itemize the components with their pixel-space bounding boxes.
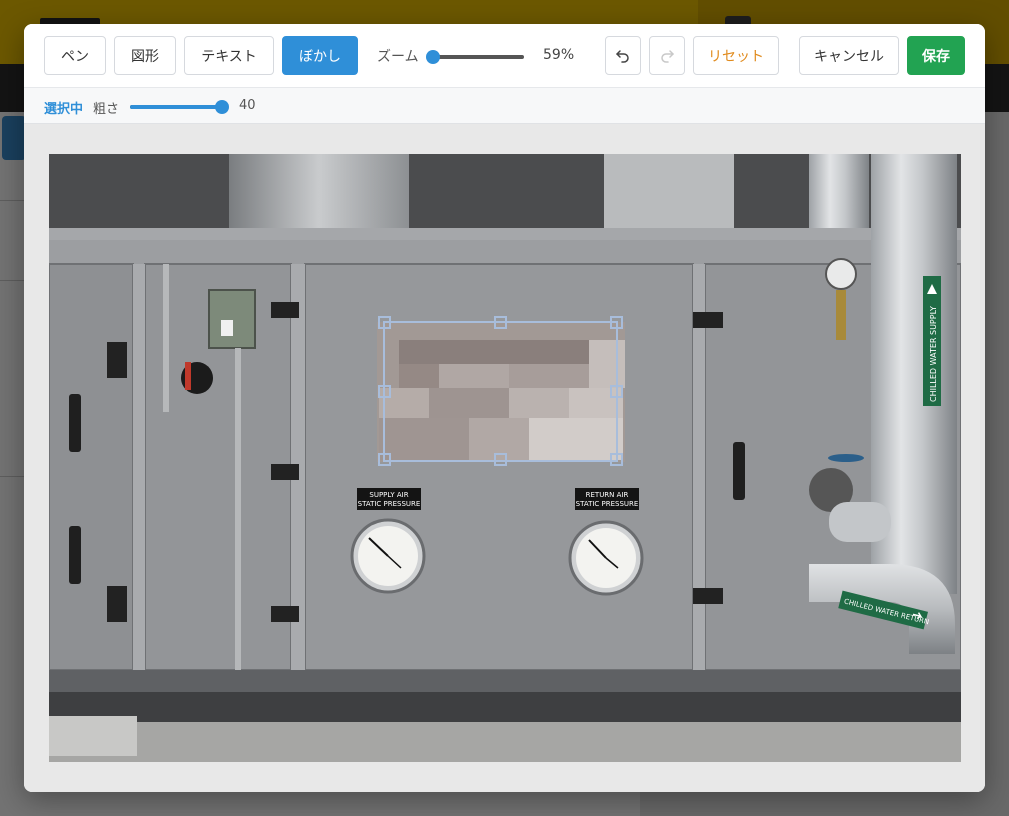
- pen-tool-button[interactable]: ペン: [44, 36, 106, 75]
- zoom-label: ズーム: [377, 49, 419, 65]
- conduit-pipe: [163, 264, 169, 412]
- undo-button[interactable]: [605, 36, 641, 75]
- ceiling-duct: [604, 154, 734, 229]
- switch-outlet: [221, 320, 233, 336]
- electrical-switch-box: [208, 289, 256, 349]
- door-latch: [693, 312, 723, 328]
- door-latch: [693, 588, 723, 604]
- undo-icon: [616, 49, 629, 63]
- door-latch: [107, 586, 127, 622]
- concrete-block: [49, 716, 137, 756]
- blur-tool-button[interactable]: ぼかし: [282, 36, 358, 75]
- text-tool-button[interactable]: テキスト: [184, 36, 274, 75]
- thickness-slider-thumb[interactable]: [215, 100, 229, 114]
- switch-lever: [185, 362, 191, 390]
- blurred-nameplate: [377, 322, 625, 462]
- pipe-elbow: [829, 502, 891, 542]
- floor: [49, 722, 961, 762]
- unit-top-rail: [49, 228, 961, 240]
- shape-tool-button[interactable]: 図形: [114, 36, 176, 75]
- zoom-slider[interactable]: [426, 50, 524, 64]
- editor-canvas-area: SUPPLY AIR STATIC PRESSURE RETURN AIR ST…: [24, 124, 985, 792]
- gauge-left-label-1: SUPPLY AIR: [369, 491, 408, 499]
- zoom-percent: 59%: [543, 47, 575, 63]
- photo-canvas[interactable]: SUPPLY AIR STATIC PRESSURE RETURN AIR ST…: [49, 154, 961, 762]
- selection-status-label: 選択中: [44, 102, 84, 117]
- door-handle: [69, 394, 81, 452]
- thickness-value: 40: [239, 98, 256, 113]
- unit-base: [49, 692, 961, 722]
- reset-button[interactable]: リセット: [693, 36, 779, 75]
- pipe-label-supply: CHILLED WATER SUPPLY: [929, 306, 938, 402]
- thickness-slider[interactable]: [130, 100, 229, 114]
- air-duct: [229, 154, 409, 232]
- ceiling-pipe: [809, 154, 869, 232]
- edited-photo[interactable]: SUPPLY AIR STATIC PRESSURE RETURN AIR ST…: [49, 154, 961, 762]
- valve-handle: [828, 454, 864, 462]
- thickness-label: 粗さ: [93, 102, 120, 117]
- editor-toolbar: ペン 図形 テキスト ぼかし ズーム 59% リセット キャンセル 保存: [24, 24, 985, 87]
- gauge-right-label-2: STATIC PRESSURE: [576, 500, 639, 508]
- unit-top-band: [49, 240, 961, 264]
- brass-fitting: [836, 290, 846, 340]
- tool-options-bar: 選択中 粗さ 40: [24, 87, 985, 124]
- frame-post: [133, 264, 145, 684]
- door-latch: [271, 606, 299, 622]
- zoom-slider-thumb[interactable]: [426, 50, 440, 64]
- thickness-slider-fill: [130, 105, 222, 109]
- save-button[interactable]: 保存: [907, 36, 965, 75]
- gauge-right-label-1: RETURN AIR: [586, 491, 629, 499]
- redo-icon: [661, 49, 674, 63]
- image-editor-modal: ペン 図形 テキスト ぼかし ズーム 59% リセット キャンセル 保存 選択中…: [24, 24, 985, 792]
- redo-button[interactable]: [649, 36, 685, 75]
- pressure-gauge-small: [825, 258, 857, 290]
- unit-base-rail: [49, 670, 961, 692]
- door-latch: [271, 302, 299, 318]
- gauge-left-label-2: STATIC PRESSURE: [358, 500, 421, 508]
- door-latch: [107, 342, 127, 378]
- door-handle: [733, 442, 745, 500]
- door-handle: [69, 526, 81, 584]
- door-latch: [271, 464, 299, 480]
- cancel-button[interactable]: キャンセル: [799, 36, 899, 75]
